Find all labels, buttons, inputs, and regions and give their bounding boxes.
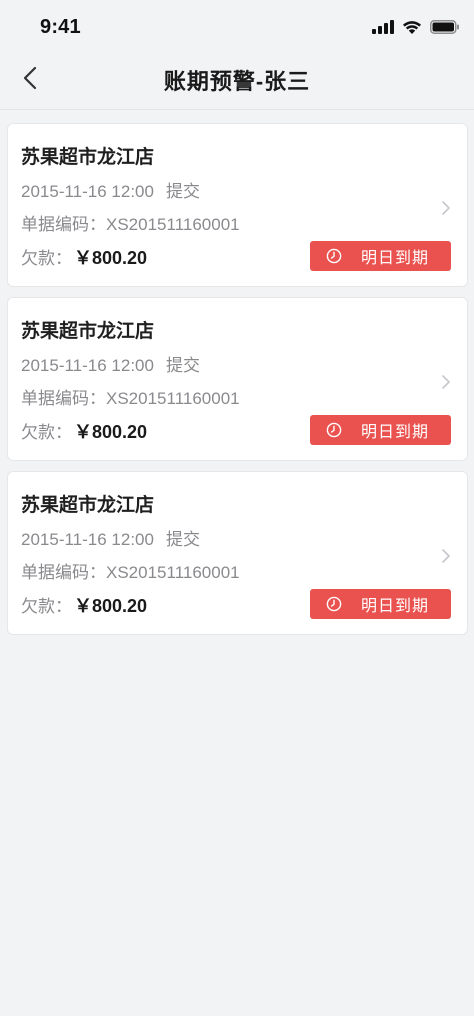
signal-icon bbox=[372, 20, 394, 34]
submit-date: 2015-11-16 12:00 bbox=[21, 182, 154, 201]
clock-icon bbox=[326, 422, 342, 438]
submit-info: 2015-11-16 12:00 提交 bbox=[21, 177, 200, 202]
warning-list: 苏果超市龙江店 2015-11-16 12:00 提交 单据编码：XS201511… bbox=[8, 124, 467, 646]
store-name: 苏果超市龙江店 bbox=[21, 147, 155, 168]
status-icons bbox=[372, 18, 460, 36]
document-code: XS201511160001 bbox=[106, 563, 240, 582]
debt-row: 欠款： ￥800.20 bbox=[21, 418, 147, 444]
debt-amount: ￥800.20 bbox=[74, 596, 148, 616]
status-time: 9:41 bbox=[40, 16, 81, 38]
chevron-right-icon bbox=[442, 201, 450, 215]
submit-info: 2015-11-16 12:00 提交 bbox=[21, 351, 200, 376]
submit-date: 2015-11-16 12:00 bbox=[21, 356, 154, 375]
debt-row: 欠款： ￥800.20 bbox=[21, 592, 147, 618]
due-tomorrow-badge[interactable]: 明日到期 bbox=[310, 415, 451, 445]
due-badge-label: 明日到期 bbox=[361, 424, 430, 441]
list-item[interactable]: 苏果超市龙江店 2015-11-16 12:00 提交 单据编码：XS201511… bbox=[8, 298, 467, 460]
nav-bar: 账期预警-张三 bbox=[0, 54, 474, 110]
battery-icon bbox=[430, 20, 459, 34]
debt-label: 欠款： bbox=[21, 423, 72, 442]
document-code: XS201511160001 bbox=[106, 215, 240, 234]
debt-amount: ￥800.20 bbox=[74, 422, 148, 442]
submit-info: 2015-11-16 12:00 提交 bbox=[21, 525, 200, 550]
debt-amount: ￥800.20 bbox=[74, 248, 148, 268]
due-tomorrow-badge[interactable]: 明日到期 bbox=[310, 589, 451, 619]
document-code-row: 单据编码：XS201511160001 bbox=[21, 558, 240, 583]
clock-icon bbox=[326, 248, 342, 264]
list-item[interactable]: 苏果超市龙江店 2015-11-16 12:00 提交 单据编码：XS201511… bbox=[8, 472, 467, 634]
chevron-right-icon bbox=[442, 549, 450, 563]
store-name: 苏果超市龙江店 bbox=[21, 495, 155, 516]
store-name: 苏果超市龙江店 bbox=[21, 321, 155, 342]
debt-label: 欠款： bbox=[21, 597, 72, 616]
debt-label: 欠款： bbox=[21, 249, 72, 268]
status-bar: 9:41 bbox=[0, 0, 474, 54]
submit-date: 2015-11-16 12:00 bbox=[21, 530, 154, 549]
debt-row: 欠款： ￥800.20 bbox=[21, 244, 147, 270]
clock-icon bbox=[326, 596, 342, 612]
due-badge-label: 明日到期 bbox=[361, 598, 430, 615]
submit-status: 提交 bbox=[165, 530, 200, 549]
due-tomorrow-badge[interactable]: 明日到期 bbox=[310, 241, 451, 271]
list-item[interactable]: 苏果超市龙江店 2015-11-16 12:00 提交 单据编码：XS201511… bbox=[8, 124, 467, 286]
page-title: 账期预警-张三 bbox=[163, 69, 311, 94]
submit-status: 提交 bbox=[165, 356, 200, 375]
wifi-icon bbox=[403, 20, 421, 34]
chevron-right-icon bbox=[442, 375, 450, 389]
document-code: XS201511160001 bbox=[106, 389, 240, 408]
document-code-label: 单据编码： bbox=[21, 215, 106, 234]
document-code-row: 单据编码：XS201511160001 bbox=[21, 384, 240, 409]
document-code-row: 单据编码：XS201511160001 bbox=[21, 210, 240, 235]
document-code-label: 单据编码： bbox=[21, 389, 106, 408]
submit-status: 提交 bbox=[165, 182, 200, 201]
document-code-label: 单据编码： bbox=[21, 563, 106, 582]
due-badge-label: 明日到期 bbox=[361, 250, 430, 267]
